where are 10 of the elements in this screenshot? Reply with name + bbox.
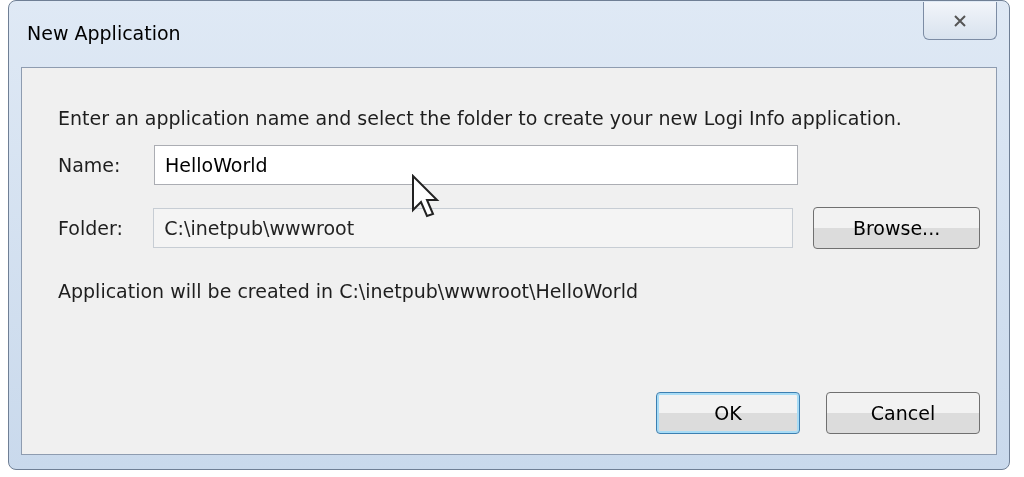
dialog-button[interactable]: OK <box>656 392 800 434</box>
field-label: Name: <box>58 152 122 178</box>
close-icon <box>953 13 967 28</box>
dialog-button[interactable]: Cancel <box>826 392 980 434</box>
result-text: Application will be created in C:\inetpub\wwwroot\HelloWorld <box>58 278 639 304</box>
field-label: Folder: <box>58 215 124 241</box>
close-button[interactable] <box>923 2 997 40</box>
text-field[interactable]: HelloWorld <box>154 144 798 185</box>
window-title: New Application <box>26 20 181 46</box>
instruction-text: Enter an application name and select the folder to create your new Logi Info application. <box>58 108 903 129</box>
